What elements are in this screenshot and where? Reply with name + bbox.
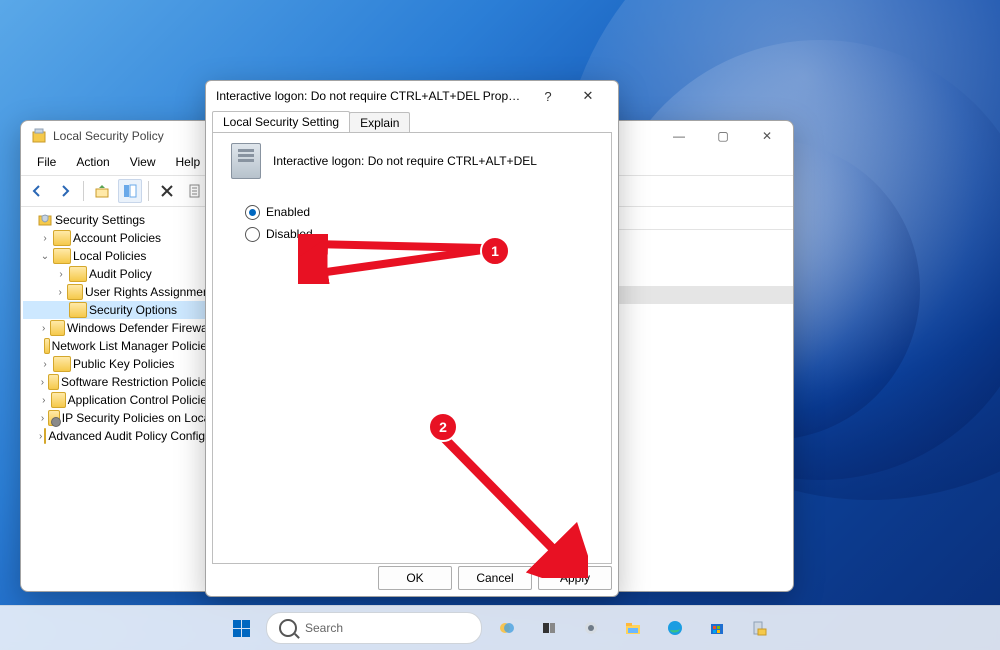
refresh-icon[interactable]	[183, 179, 207, 203]
back-button[interactable]	[25, 179, 49, 203]
tree-item-label: Network List Manager Policies	[52, 339, 213, 353]
folder-icon	[50, 320, 65, 336]
radio-enabled[interactable]: Enabled	[245, 201, 611, 223]
explorer-icon[interactable]	[616, 611, 650, 645]
annotation-badge-1: 1	[480, 236, 510, 266]
delete-icon[interactable]	[155, 179, 179, 203]
radio-disabled[interactable]: Disabled	[245, 223, 611, 245]
start-button[interactable]	[224, 611, 258, 645]
tree-root[interactable]: Security Settings	[23, 211, 213, 229]
tree-item-label: Security Options	[89, 303, 177, 317]
tree-item-label: Windows Defender Firewall	[67, 321, 213, 335]
taskbar-search[interactable]: Search	[266, 612, 482, 644]
tree-item[interactable]: › Application Control Policies	[23, 391, 213, 409]
chevron-icon: ⌄	[39, 251, 51, 262]
maximize-button[interactable]: ▢	[701, 121, 745, 151]
annotation-badge-2: 2	[428, 412, 458, 442]
close-button[interactable]: ✕	[745, 121, 789, 151]
tree-item-label: Software Restriction Policies	[61, 375, 213, 389]
tree-item[interactable]: › User Rights Assignment	[23, 283, 213, 301]
dialog-titlebar[interactable]: Interactive logon: Do not require CTRL+A…	[206, 81, 618, 111]
tree-item[interactable]: Network List Manager Policies	[23, 337, 213, 355]
tree-item[interactable]: › Software Restriction Policies	[23, 373, 213, 391]
tree-item[interactable]: › IP Security Policies on Local	[23, 409, 213, 427]
tree-item[interactable]: ⌄ Local Policies	[23, 247, 213, 265]
chevron-icon: ›	[39, 431, 42, 442]
tree-root-label: Security Settings	[55, 213, 145, 227]
chevron-icon: ›	[55, 269, 67, 280]
chevron-icon: ›	[39, 413, 46, 424]
chevron-icon: ›	[39, 233, 51, 244]
chat-icon[interactable]	[574, 611, 608, 645]
taskbar[interactable]: Search	[0, 605, 1000, 650]
radio-dot-disabled	[245, 227, 260, 242]
minimize-button[interactable]: —	[657, 121, 701, 151]
tab-local-security-setting[interactable]: Local Security Setting	[212, 111, 350, 132]
tree-item-label: IP Security Policies on Local	[62, 411, 213, 425]
tree-item[interactable]: › Advanced Audit Policy Configuration	[23, 427, 213, 445]
folder-icon	[44, 428, 46, 444]
taskview-icon[interactable]	[532, 611, 566, 645]
chevron-icon: ›	[39, 323, 48, 334]
folder-icon	[53, 230, 71, 246]
shield-icon	[37, 211, 53, 230]
apply-button[interactable]: Apply	[538, 566, 612, 590]
radio-dot-enabled	[245, 205, 260, 220]
radio-disabled-label: Disabled	[266, 227, 313, 241]
tree-item-label: Local Policies	[73, 249, 146, 263]
dialog-close-button[interactable]: ✕	[568, 82, 608, 110]
tree-pane[interactable]: Security Settings › Account Policies ⌄ Loca…	[21, 207, 216, 587]
menu-view[interactable]: View	[120, 153, 166, 171]
properties-icon[interactable]	[118, 179, 142, 203]
tree-item[interactable]: › Account Policies	[23, 229, 213, 247]
menu-help[interactable]: Help	[166, 153, 211, 171]
chevron-icon: ›	[55, 287, 65, 298]
folder-icon	[69, 266, 87, 282]
dialog-title: Interactive logon: Do not require CTRL+A…	[216, 89, 528, 103]
help-button[interactable]: ?	[528, 82, 568, 110]
folder-icon	[48, 374, 59, 390]
folder-icon	[44, 338, 50, 354]
folder-icon	[67, 284, 83, 300]
tree-item[interactable]: › Public Key Policies	[23, 355, 213, 373]
folder-icon	[53, 356, 71, 372]
menu-action[interactable]: Action	[66, 153, 119, 171]
tree-item[interactable]: › Windows Defender Firewall	[23, 319, 213, 337]
folder-icon	[53, 248, 71, 264]
folder-icon	[48, 410, 60, 426]
server-icon	[231, 143, 261, 179]
tree-item-label: Public Key Policies	[73, 357, 174, 371]
menu-file[interactable]: File	[27, 153, 66, 171]
forward-button[interactable]	[53, 179, 77, 203]
tree-item[interactable]: › Audit Policy	[23, 265, 213, 283]
policy-name: Interactive logon: Do not require CTRL+A…	[273, 154, 537, 168]
copilot-icon[interactable]	[490, 611, 524, 645]
tree-item-label: Audit Policy	[89, 267, 152, 281]
chevron-icon: ›	[39, 359, 51, 370]
search-placeholder: Search	[305, 621, 343, 635]
tree-item-label: User Rights Assignment	[85, 285, 213, 299]
chevron-icon: ›	[39, 377, 46, 388]
properties-dialog: Interactive logon: Do not require CTRL+A…	[205, 80, 619, 597]
tree-item[interactable]: Security Options	[23, 301, 213, 319]
tab-explain[interactable]: Explain	[349, 112, 410, 133]
app-icon	[31, 128, 47, 144]
tree-item-label: Advanced Audit Policy Configuration	[48, 429, 216, 443]
chevron-icon: ›	[39, 395, 49, 406]
radio-enabled-label: Enabled	[266, 205, 310, 219]
folder-icon	[51, 392, 66, 408]
edge-icon[interactable]	[658, 611, 692, 645]
tree-item-label: Application Control Policies	[68, 393, 213, 407]
cancel-button[interactable]: Cancel	[458, 566, 532, 590]
ok-button[interactable]: OK	[378, 566, 452, 590]
search-icon	[279, 619, 297, 637]
tree-item-label: Account Policies	[73, 231, 161, 245]
up-button[interactable]	[90, 179, 114, 203]
secpol-taskbar-icon[interactable]	[742, 611, 776, 645]
store-icon[interactable]	[700, 611, 734, 645]
tab-page: Interactive logon: Do not require CTRL+A…	[212, 132, 612, 564]
folder-icon	[69, 302, 87, 318]
